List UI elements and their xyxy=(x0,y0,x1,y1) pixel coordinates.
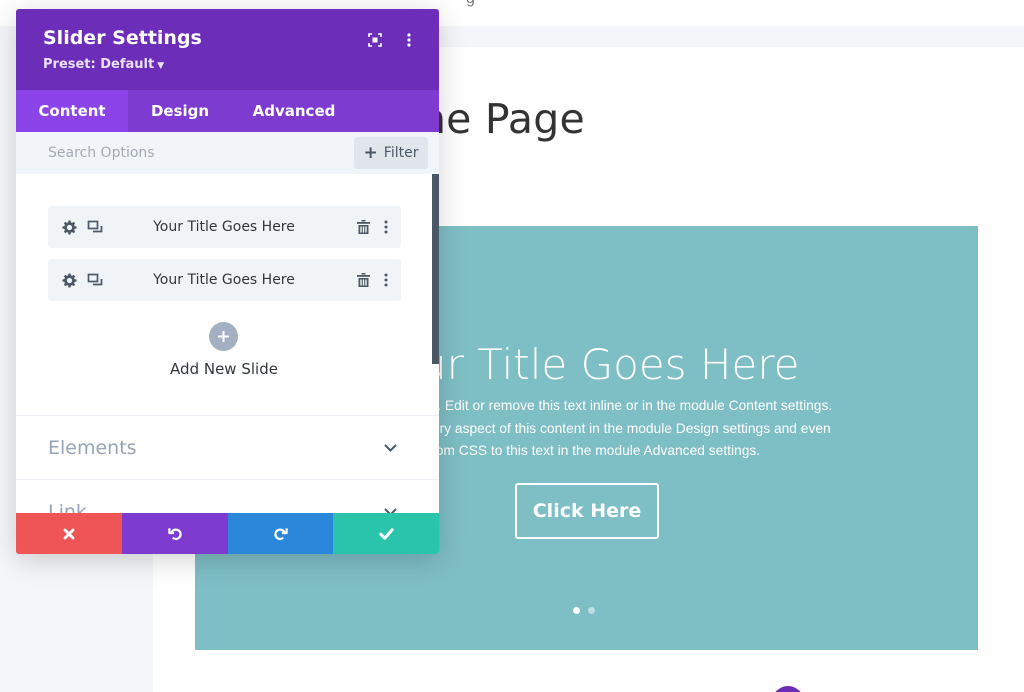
page-top-text-fragment: g xyxy=(466,0,475,8)
undo-icon xyxy=(167,528,182,541)
save-button[interactable] xyxy=(333,513,439,554)
close-icon xyxy=(63,528,75,539)
add-new-slide-button[interactable]: Add New Slide xyxy=(16,360,432,378)
slider-dot-active[interactable] xyxy=(573,607,580,614)
slider-pagination xyxy=(573,607,595,614)
modal-footer xyxy=(16,513,439,554)
slider-dot[interactable] xyxy=(588,607,595,614)
redo-icon xyxy=(274,528,288,541)
tab-advanced[interactable]: Advanced xyxy=(232,90,356,132)
search-options-input[interactable] xyxy=(32,132,352,174)
filter-label: Filter xyxy=(383,145,419,161)
search-bar: + Filter xyxy=(16,132,439,174)
slide-cta-button[interactable]: Click Here xyxy=(515,483,659,539)
chevron-down-icon[interactable] xyxy=(382,440,398,456)
chevron-down-icon[interactable] xyxy=(382,504,398,513)
caret-down-icon: ▼ xyxy=(157,61,165,71)
gear-icon[interactable] xyxy=(59,217,79,237)
section-elements-label: Elements xyxy=(48,437,137,459)
more-vertical-icon[interactable] xyxy=(399,30,419,50)
page-heading: ne Page xyxy=(420,95,585,143)
slide-list-item[interactable]: Your Title Goes Here xyxy=(48,259,401,301)
slide-item-label: Your Title Goes Here xyxy=(153,219,295,235)
tab-design[interactable]: Design xyxy=(128,90,232,132)
duplicate-icon[interactable] xyxy=(85,270,105,290)
more-vertical-icon[interactable] xyxy=(376,270,396,290)
redo-button[interactable] xyxy=(228,513,333,554)
section-link-label: Link xyxy=(48,501,87,513)
add-slide-plus-icon[interactable] xyxy=(209,322,238,351)
slide-body-line: very aspect of this content in the modul… xyxy=(425,421,831,436)
tab-content[interactable]: Content xyxy=(16,90,128,132)
plus-icon: + xyxy=(363,142,378,163)
preset-label: Preset: Default xyxy=(43,57,155,72)
modal-title: Slider Settings xyxy=(43,27,202,49)
trash-icon[interactable] xyxy=(353,270,373,290)
slide-item-label: Your Title Goes Here xyxy=(153,272,295,288)
check-icon xyxy=(378,527,394,540)
modal-body: Your Title Goes Here Your Title Goes Her… xyxy=(16,174,439,513)
gear-icon[interactable] xyxy=(59,270,79,290)
slide-title: ur Title Goes Here xyxy=(420,340,800,389)
slide-body-line: re. Edit or remove this text inline or i… xyxy=(425,398,833,413)
more-vertical-icon[interactable] xyxy=(376,217,396,237)
slide-body-line: stom CSS to this text in the module Adva… xyxy=(425,443,761,458)
duplicate-icon[interactable] xyxy=(85,217,105,237)
filter-button[interactable]: + Filter xyxy=(354,137,428,169)
slider-settings-modal: Slider Settings Preset: Default ▼ Content… xyxy=(16,9,439,554)
preset-selector[interactable]: Preset: Default ▼ xyxy=(43,57,164,72)
modal-header[interactable]: Slider Settings Preset: Default ▼ xyxy=(16,9,439,90)
slide-list-item[interactable]: Your Title Goes Here xyxy=(48,206,401,248)
section-link[interactable]: Link xyxy=(16,479,439,513)
settings-tabs: Content Design Advanced xyxy=(16,90,439,132)
section-elements[interactable]: Elements xyxy=(16,415,439,479)
trash-icon[interactable] xyxy=(353,217,373,237)
undo-button[interactable] xyxy=(122,513,228,554)
cancel-button[interactable] xyxy=(16,513,122,554)
scrollbar[interactable] xyxy=(432,174,439,364)
expand-icon[interactable] xyxy=(365,30,385,50)
